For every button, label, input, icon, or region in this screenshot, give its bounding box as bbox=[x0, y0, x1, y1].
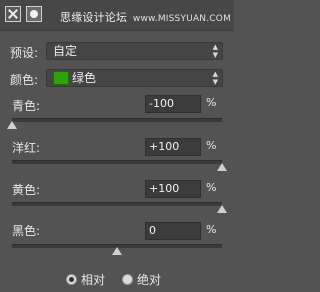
color-swatch bbox=[53, 70, 69, 85]
black-value-field[interactable]: 0 bbox=[145, 222, 201, 240]
yellow-unit: % bbox=[206, 181, 217, 194]
colors-value: 绿色 bbox=[72, 71, 97, 85]
slider-label-black: 黑色: bbox=[12, 224, 41, 238]
magenta-unit: % bbox=[206, 139, 217, 152]
watermark-text: 思缘设计论坛 bbox=[60, 11, 128, 24]
black-unit: % bbox=[206, 223, 217, 236]
cyan-unit: % bbox=[206, 96, 217, 109]
radio-relative-button[interactable] bbox=[66, 274, 77, 285]
adjustment-layer-icon[interactable] bbox=[5, 6, 21, 22]
watermark: 思缘设计论坛 www.MISSYUAN.COM bbox=[60, 9, 231, 25]
panel-header: 思缘设计论坛 www.MISSYUAN.COM bbox=[0, 0, 234, 31]
magenta-slider-thumb[interactable] bbox=[217, 163, 227, 171]
radio-relative-label: 相对 bbox=[81, 273, 106, 287]
yellow-slider-thumb[interactable] bbox=[217, 205, 227, 213]
slider-label-yellow: 黄色: bbox=[12, 183, 41, 197]
radio-absolute-button[interactable] bbox=[122, 274, 133, 285]
black-slider-thumb[interactable] bbox=[112, 247, 122, 255]
colors-label: 颜色: bbox=[10, 73, 39, 87]
yellow-slider-track[interactable] bbox=[12, 202, 222, 206]
cyan-slider-thumb[interactable] bbox=[7, 121, 17, 129]
preset-label: 预设: bbox=[10, 46, 39, 60]
yellow-value-field[interactable]: +100 bbox=[145, 180, 201, 198]
radio-absolute[interactable]: 绝对 bbox=[122, 271, 161, 288]
preset-value: 自定 bbox=[53, 44, 78, 58]
preset-select[interactable]: 自定 ▲ ▼ bbox=[46, 42, 223, 60]
dropdown-arrows-icon: ▲ ▼ bbox=[212, 43, 218, 59]
slider-label-cyan: 青色: bbox=[12, 99, 41, 113]
radio-relative[interactable]: 相对 bbox=[66, 271, 105, 288]
cyan-slider-track[interactable] bbox=[12, 118, 222, 122]
colors-select[interactable]: 绿色 ▲ ▼ bbox=[46, 69, 223, 87]
magenta-value-field[interactable]: +100 bbox=[145, 138, 201, 156]
slider-label-magenta: 洋红: bbox=[12, 141, 41, 155]
dropdown-arrows-icon: ▲ ▼ bbox=[212, 70, 218, 86]
radio-absolute-label: 绝对 bbox=[137, 273, 162, 287]
magenta-slider-track[interactable] bbox=[12, 160, 222, 164]
cyan-value-field[interactable]: -100 bbox=[145, 95, 201, 113]
layer-mask-icon[interactable] bbox=[26, 6, 42, 22]
watermark-url: www.MISSYUAN.COM bbox=[132, 14, 232, 24]
